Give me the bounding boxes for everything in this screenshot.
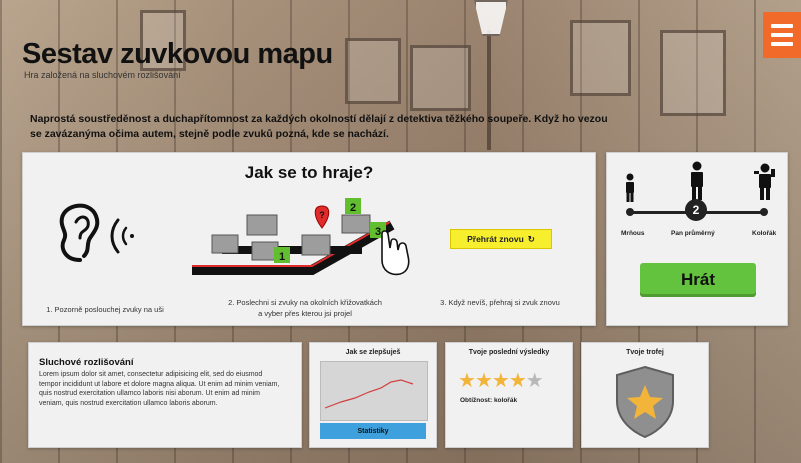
hamburger-icon xyxy=(771,33,793,37)
step-1-text: 1. Pozorně poslouchej zvuky na uši xyxy=(46,305,164,314)
location-pin-icon: ? xyxy=(314,205,330,229)
ear-icon xyxy=(50,200,140,283)
hearing-title: Sluchové rozlišování xyxy=(39,357,134,368)
intersection-map-illustration: 2 1 3 ? xyxy=(192,198,410,276)
map-label-1: 1 xyxy=(279,251,285,263)
ear-icon xyxy=(59,203,134,262)
pointing-hand-icon xyxy=(381,230,410,276)
map-label-2: 2 xyxy=(350,202,356,214)
result-difficulty: Obtížnost: kolořák xyxy=(460,397,518,404)
difficulty-label-easy: Mrňous xyxy=(621,230,645,237)
step-2-text: 2. Poslechni si zvuky na okolních křižov… xyxy=(210,297,400,319)
map-label-3: 3 xyxy=(375,226,381,238)
trophy-shield-icon xyxy=(616,365,674,439)
background-window xyxy=(345,38,401,104)
step-3-text: 3. Když nevíš, přehraj si zvuk znovu xyxy=(440,298,560,307)
map-marker-1: 1 xyxy=(274,247,290,263)
page-subtitle: Hra založená na sluchovém rozlišování xyxy=(24,70,181,80)
step-2-line-1: 2. Poslechni si zvuky na okolních křižov… xyxy=(228,298,382,307)
rating-stars: ★★★★★ xyxy=(458,368,544,392)
background-window xyxy=(570,20,631,96)
progress-panel: Jak se zlepšuješ Statistiky xyxy=(309,342,437,448)
person-medium-icon xyxy=(691,161,703,200)
hamburger-icon xyxy=(771,24,793,28)
replay-label: Přehrát znovu xyxy=(467,234,524,244)
menu-button[interactable] xyxy=(763,12,801,58)
refresh-icon: ↻ xyxy=(527,233,535,244)
star-filled-icon: ★ xyxy=(474,368,493,392)
difficulty-label-hard: Kolořák xyxy=(752,230,777,237)
how-to-play-heading: Jak se to hraje? xyxy=(244,163,374,182)
results-title: Tvoje poslední výsledky xyxy=(468,349,550,356)
star-filled-icon: ★ xyxy=(508,368,527,392)
person-small-icon xyxy=(626,173,634,202)
step-2-line-2: a vyber přes kterou jsi projel xyxy=(258,309,352,318)
statistics-button[interactable]: Statistiky xyxy=(320,423,426,439)
hamburger-icon xyxy=(771,42,793,46)
background-window xyxy=(660,30,726,116)
last-results-panel: Tvoje poslední výsledky ★★★★★ Obtížnost:… xyxy=(445,342,573,448)
person-large-icon xyxy=(754,163,775,200)
progress-line xyxy=(324,379,414,409)
difficulty-slider-handle[interactable]: 2 xyxy=(685,199,707,221)
hearing-info-panel: Sluchové rozlišování Lorem ipsum dolor s… xyxy=(28,342,302,448)
map-marker-2: 2 xyxy=(345,198,361,214)
play-button[interactable]: Hrát xyxy=(640,263,756,297)
difficulty-stop-3[interactable] xyxy=(760,208,768,216)
star-filled-icon: ★ xyxy=(491,368,510,392)
background-window xyxy=(410,45,471,111)
difficulty-stop-1[interactable] xyxy=(626,208,634,216)
trophy-panel: Tvoje trofej xyxy=(581,342,709,448)
intro-text: Naprostá soustředěnost a duchapřítomnost… xyxy=(30,113,608,140)
progress-title: Jak se zlepšuješ xyxy=(345,349,401,356)
difficulty-label-medium: Pan průměrný xyxy=(671,230,715,237)
star-empty-icon: ★ xyxy=(525,368,544,392)
star-filled-icon: ★ xyxy=(458,368,476,392)
progress-mini-chart xyxy=(320,361,428,421)
page-title: Sestav zuvkovou mapu xyxy=(22,38,333,70)
difficulty-panel: 2 Mrňous Pan průměrný Kolořák Hrát xyxy=(606,152,788,326)
hearing-text: Lorem ipsum dolor sit amet, consectetur … xyxy=(39,371,280,407)
replay-button[interactable]: Přehrát znovu ↻ xyxy=(450,229,552,249)
map-label-unknown: ? xyxy=(319,210,325,220)
trophy-title: Tvoje trofej xyxy=(626,349,664,356)
